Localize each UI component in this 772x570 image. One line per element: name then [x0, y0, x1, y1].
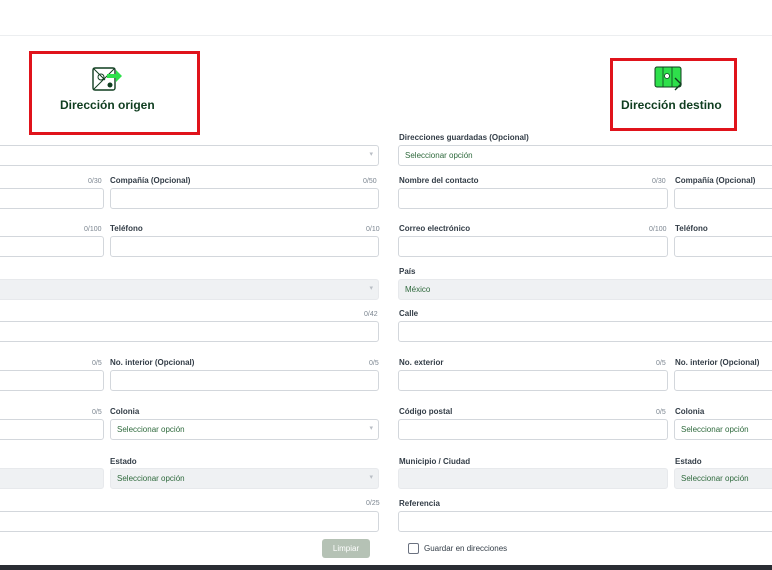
- dest-country-value: México: [405, 285, 431, 294]
- chevron-down-icon: ▾: [369, 151, 373, 158]
- origin-estado-placeholder: Seleccionar opción: [117, 474, 185, 483]
- dest-company-label: Compañía (Opcional): [675, 176, 756, 185]
- dest-email-field[interactable]: [398, 236, 668, 257]
- dest-exterior-label: No. exterior: [399, 358, 444, 367]
- dest-saved-label: Direcciones guardadas (Opcional): [399, 133, 529, 142]
- header-divider: [0, 35, 772, 36]
- origin-saved-select[interactable]: ▾: [0, 145, 379, 166]
- origin-phone-counter: 0/10: [366, 226, 380, 233]
- dest-estado-placeholder: Seleccionar opción: [681, 474, 749, 483]
- chevron-down-icon: ▾: [369, 285, 373, 292]
- dest-saved-placeholder: Seleccionar opción: [405, 151, 473, 160]
- origin-phone-label: Teléfono: [110, 224, 143, 233]
- origin-postal-counter: 0/5: [92, 409, 102, 416]
- map-route-icon: [92, 67, 122, 91]
- dest-estado-label: Estado: [675, 457, 702, 466]
- dest-postal-counter: 0/5: [656, 409, 666, 416]
- dest-colonia-placeholder: Seleccionar opción: [681, 425, 749, 434]
- dest-contact-label: Nombre del contacto: [399, 176, 479, 185]
- chevron-down-icon: ▾: [369, 474, 373, 481]
- dest-postal-label: Código postal: [399, 407, 453, 416]
- origin-reference-field[interactable]: [0, 511, 379, 532]
- dest-estado-select[interactable]: Seleccionar opción: [674, 468, 772, 489]
- origin-phone-field[interactable]: [110, 236, 379, 257]
- save-address-checkbox[interactable]: [408, 543, 419, 554]
- clear-button[interactable]: Limpiar: [322, 539, 370, 558]
- dest-exterior-field[interactable]: [398, 370, 668, 391]
- bottom-bar: [0, 565, 772, 570]
- origin-estado-label: Estado: [110, 457, 137, 466]
- dest-phone-field[interactable]: [674, 236, 772, 257]
- dest-contact-field[interactable]: [398, 188, 668, 209]
- dest-saved-select[interactable]: Seleccionar opción: [398, 145, 772, 166]
- origin-colonia-placeholder: Seleccionar opción: [117, 425, 185, 434]
- origin-street-counter: 0/42: [364, 311, 378, 318]
- origin-email-counter: 0/100: [84, 226, 102, 233]
- origin-interior-label: No. interior (Opcional): [110, 358, 195, 367]
- dest-contact-counter: 0/30: [652, 178, 666, 185]
- origin-colonia-select[interactable]: Seleccionar opción ▾: [110, 419, 379, 440]
- map-arrow-icon: [654, 66, 682, 91]
- dest-street-field[interactable]: [398, 321, 772, 342]
- dest-email-label: Correo electrónico: [399, 224, 471, 233]
- dest-email-counter: 0/100: [649, 226, 667, 233]
- destination-title: Dirección destino: [621, 98, 722, 112]
- origin-interior-field[interactable]: [110, 370, 379, 391]
- dest-colonia-label: Colonia: [675, 407, 705, 416]
- chevron-down-icon: ▾: [369, 425, 373, 432]
- origin-colonia-label: Colonia: [110, 407, 140, 416]
- dest-reference-label: Referencia: [399, 499, 440, 508]
- save-address-label: Guardar en direcciones: [424, 544, 508, 553]
- dest-municipio-field[interactable]: [398, 468, 668, 489]
- origin-exterior-counter: 0/5: [92, 360, 102, 367]
- dest-interior-field[interactable]: [674, 370, 772, 391]
- origin-company-counter: 0/50: [363, 178, 377, 185]
- dest-colonia-select[interactable]: Seleccionar opción: [674, 419, 772, 440]
- origin-country-field[interactable]: ▾: [0, 279, 379, 300]
- dest-interior-label: No. interior (Opcional): [675, 358, 760, 367]
- origin-company-label: Compañía (Opcional): [110, 176, 191, 185]
- origin-company-field[interactable]: [110, 188, 379, 209]
- origin-estado-select[interactable]: Seleccionar opción ▾: [110, 468, 379, 489]
- dest-street-label: Calle: [399, 309, 419, 318]
- origin-municipio-field[interactable]: [0, 468, 104, 489]
- origin-name-counter: 0/30: [88, 178, 102, 185]
- origin-exterior-field[interactable]: [0, 370, 104, 391]
- origin-postal-field[interactable]: [0, 419, 104, 440]
- dest-company-field[interactable]: [674, 188, 772, 209]
- origin-reference-counter: 0/25: [366, 500, 380, 507]
- dest-phone-label: Teléfono: [675, 224, 708, 233]
- origin-interior-counter: 0/5: [369, 360, 379, 367]
- dest-postal-field[interactable]: [398, 419, 668, 440]
- dest-municipio-label: Municipio / Ciudad: [399, 457, 471, 466]
- origin-street-field[interactable]: [0, 321, 379, 342]
- dest-reference-field[interactable]: [398, 511, 772, 532]
- origin-email-field[interactable]: [0, 236, 104, 257]
- dest-country-field[interactable]: México: [398, 279, 772, 300]
- origin-name-field[interactable]: [0, 188, 104, 209]
- dest-country-label: País: [399, 267, 416, 276]
- origin-title: Dirección origen: [60, 98, 155, 112]
- dest-exterior-counter: 0/5: [656, 360, 666, 367]
